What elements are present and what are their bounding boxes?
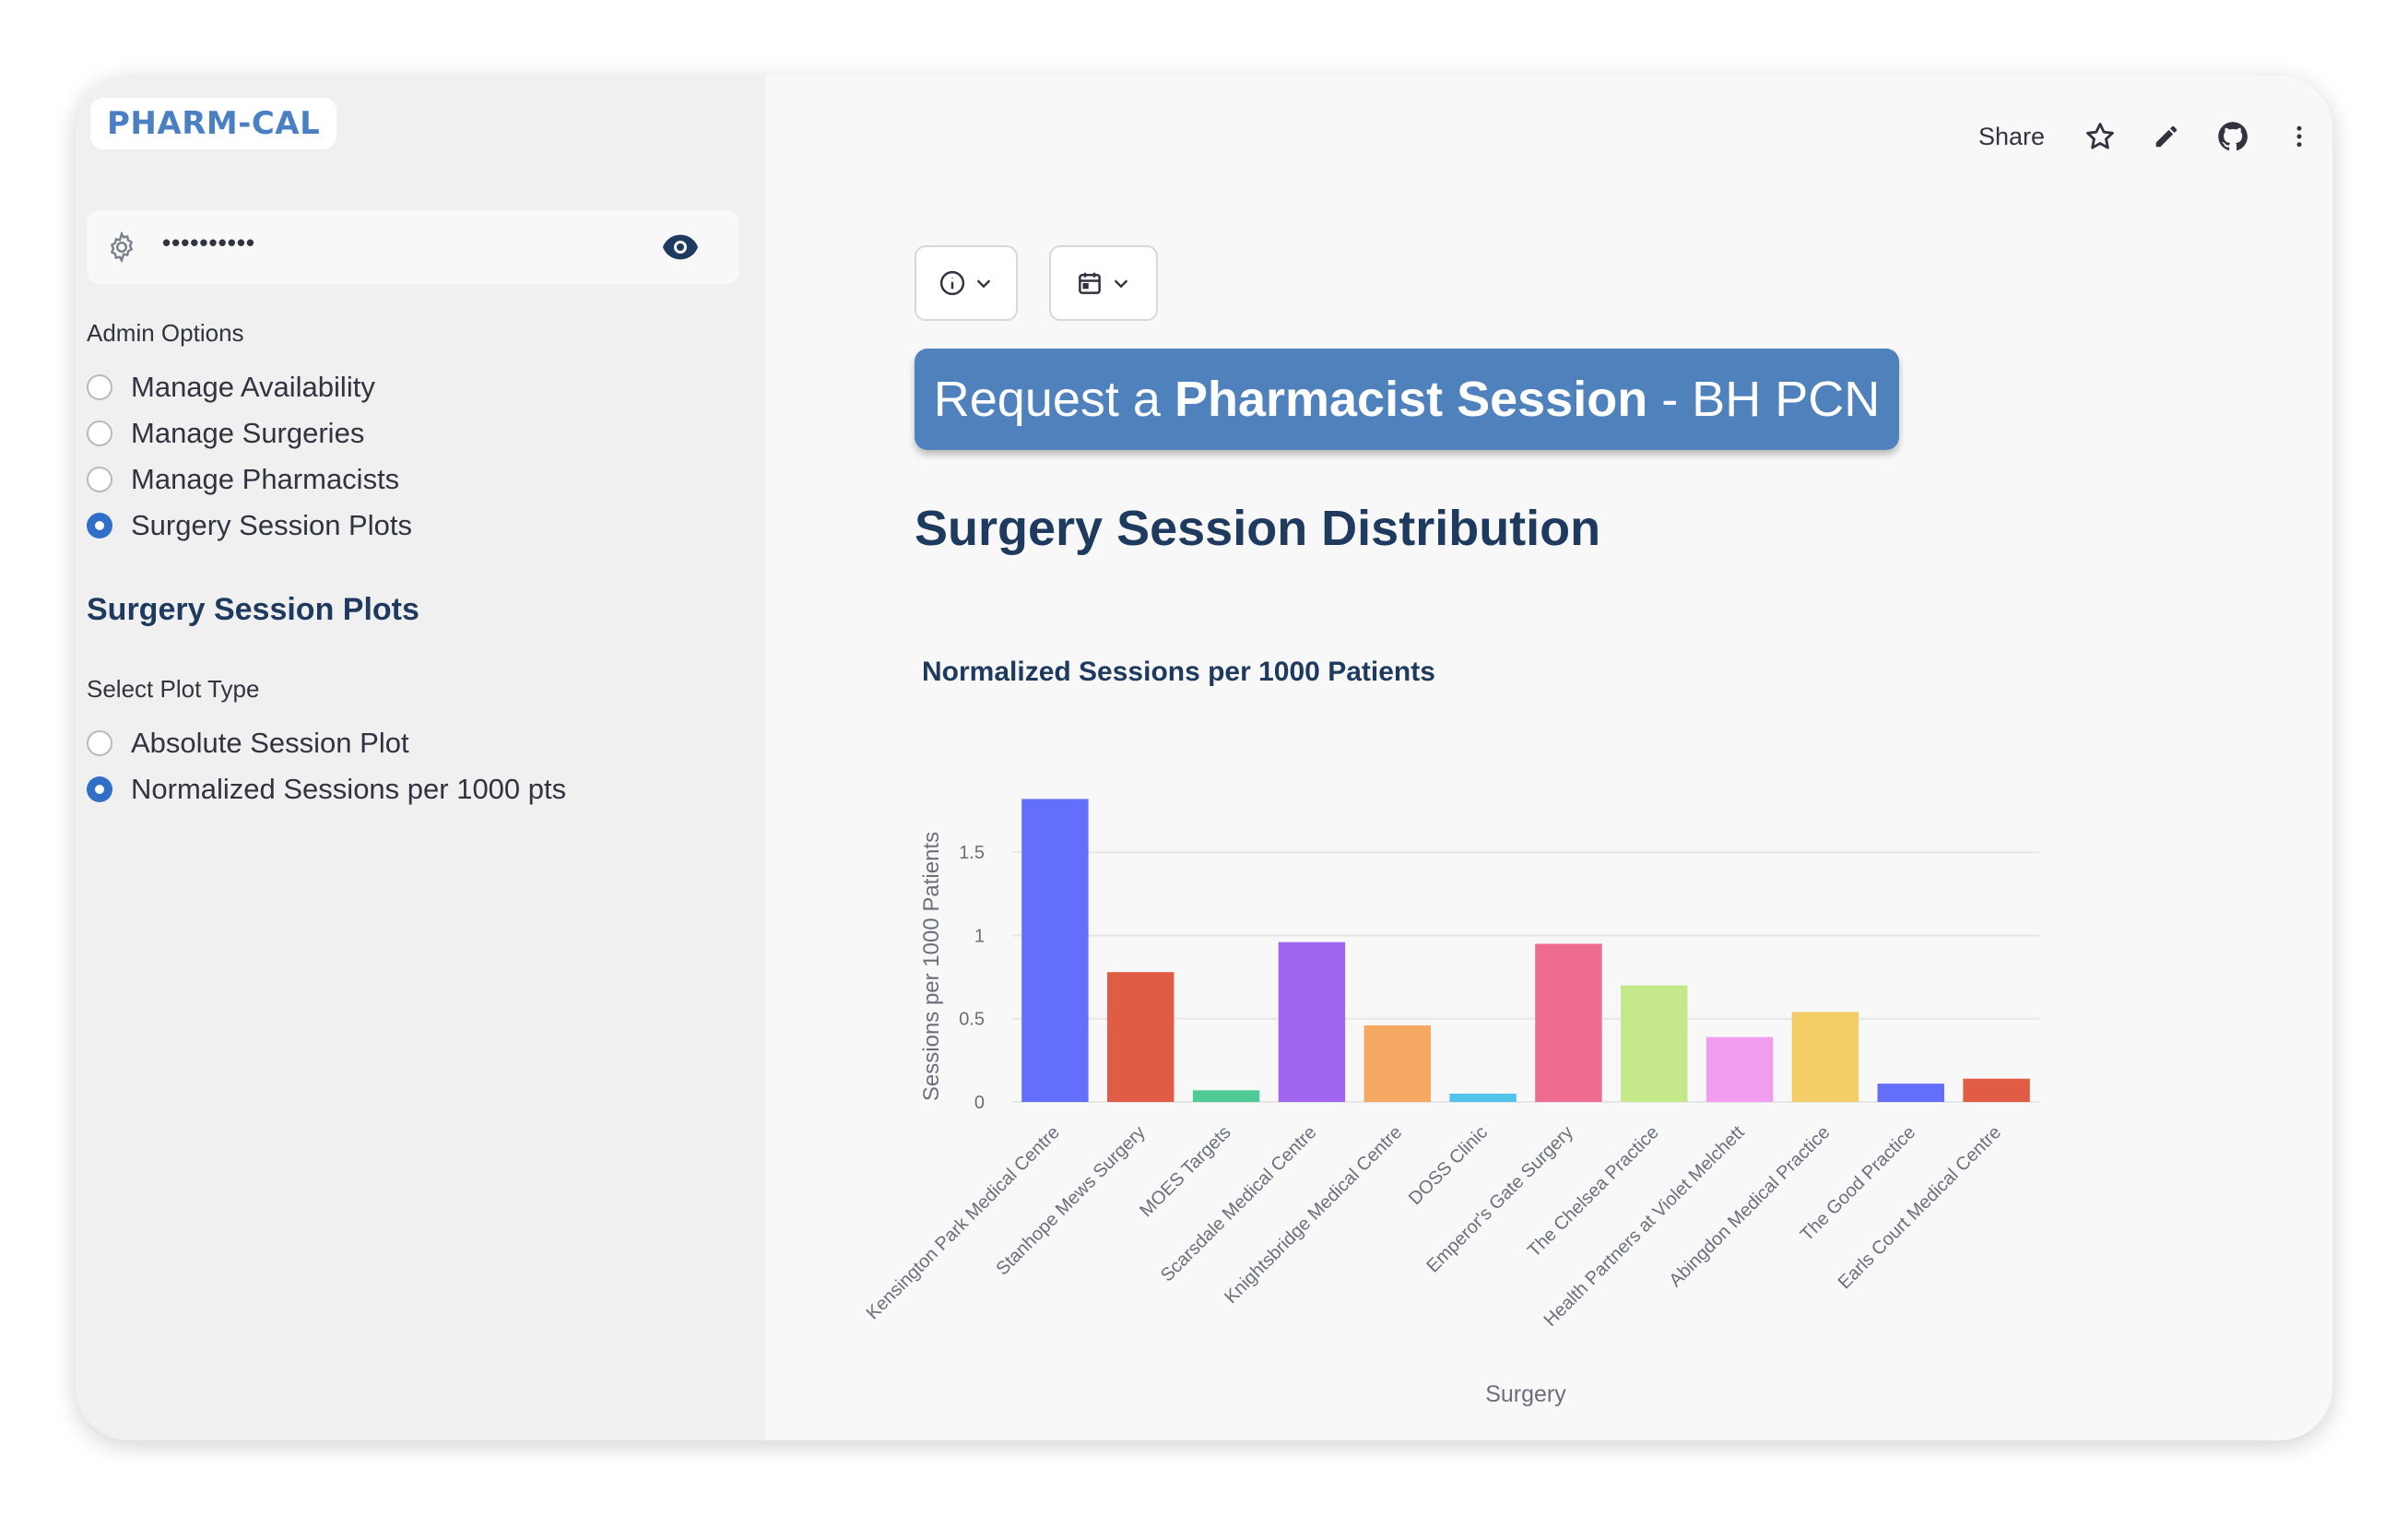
radio-manage-pharmacists[interactable]: Manage Pharmacists <box>87 463 399 496</box>
y-tick-label: 0.5 <box>959 1010 985 1030</box>
y-tick-label: 1 <box>974 926 985 946</box>
radio-manage-surgeries[interactable]: Manage Surgeries <box>87 417 364 450</box>
x-tick-label: Scarsdale Medical Centre <box>1157 1122 1320 1285</box>
radio-circle <box>87 374 112 400</box>
bar-chart: 00.511.5Sessions per 1000 PatientsKensin… <box>863 799 2039 1407</box>
gear-icon <box>110 231 134 264</box>
radio-circle-selected <box>87 776 112 802</box>
eye-icon[interactable] <box>662 232 699 262</box>
radio-label: Absolute Session Plot <box>131 727 409 759</box>
radio-circle <box>87 467 112 492</box>
radio-label: Manage Pharmacists <box>131 463 400 495</box>
bar <box>1621 985 1688 1102</box>
radio-circle <box>87 730 112 756</box>
x-tick-label: Abingdon Medical Practice <box>1665 1122 1834 1291</box>
app-logo[interactable]: PHARM-CAL <box>90 98 337 149</box>
main-content: Share Request a Pharmacist Session - BH … <box>765 76 2332 1440</box>
admin-options-label: Admin Options <box>87 319 244 347</box>
x-tick-label: Earls Court Medical Centre <box>1835 1122 2005 1293</box>
radio-label: Surgery Session Plots <box>131 509 412 541</box>
x-tick-label: DOSS Clinic <box>1405 1122 1492 1209</box>
radio-surgery-session-plots[interactable]: Surgery Session Plots <box>87 509 412 542</box>
x-tick-label: Emperor's Gate Surgery <box>1422 1122 1577 1277</box>
plot-type-label: Select Plot Type <box>87 675 260 703</box>
x-tick-label: MOES Targets <box>1136 1122 1234 1221</box>
bar <box>1791 1012 1859 1102</box>
bar <box>1877 1084 1944 1102</box>
radio-circle-selected <box>87 513 112 539</box>
radio-manage-availability[interactable]: Manage Availability <box>87 371 375 404</box>
radio-normalized-sessions[interactable]: Normalized Sessions per 1000 pts <box>87 773 566 806</box>
radio-label: Normalized Sessions per 1000 pts <box>131 773 567 805</box>
radio-circle <box>87 420 112 446</box>
radio-absolute-session-plot[interactable]: Absolute Session Plot <box>87 727 409 760</box>
radio-label: Manage Surgeries <box>131 417 365 449</box>
bar <box>1278 942 1346 1102</box>
x-tick-label: Knightsbridge Medical Centre <box>1221 1122 1406 1308</box>
bar <box>1963 1078 2030 1102</box>
password-mask: •••••••••• <box>162 229 256 256</box>
section-title: Surgery Session Plots <box>87 592 419 627</box>
y-axis-label: Sessions per 1000 Patients <box>919 832 944 1101</box>
y-tick-label: 1.5 <box>959 843 985 863</box>
y-tick-label: 0 <box>974 1093 985 1113</box>
app-window: PHARM-CAL •••••••••• Admin Options Manag… <box>76 76 2332 1440</box>
bar <box>1449 1093 1517 1102</box>
bar <box>1363 1024 1431 1102</box>
sidebar: PHARM-CAL •••••••••• Admin Options Manag… <box>76 76 765 1440</box>
password-field[interactable]: •••••••••• <box>87 210 739 284</box>
bar <box>1107 972 1174 1102</box>
x-tick-label: Stanhope Mews Surgery <box>992 1122 1149 1279</box>
bar <box>1192 1090 1260 1102</box>
bar <box>1535 943 1602 1102</box>
bar <box>1021 799 1089 1102</box>
x-axis-label: Surgery <box>1485 1381 1566 1407</box>
bar <box>1706 1036 1774 1102</box>
radio-label: Manage Availability <box>131 371 375 403</box>
